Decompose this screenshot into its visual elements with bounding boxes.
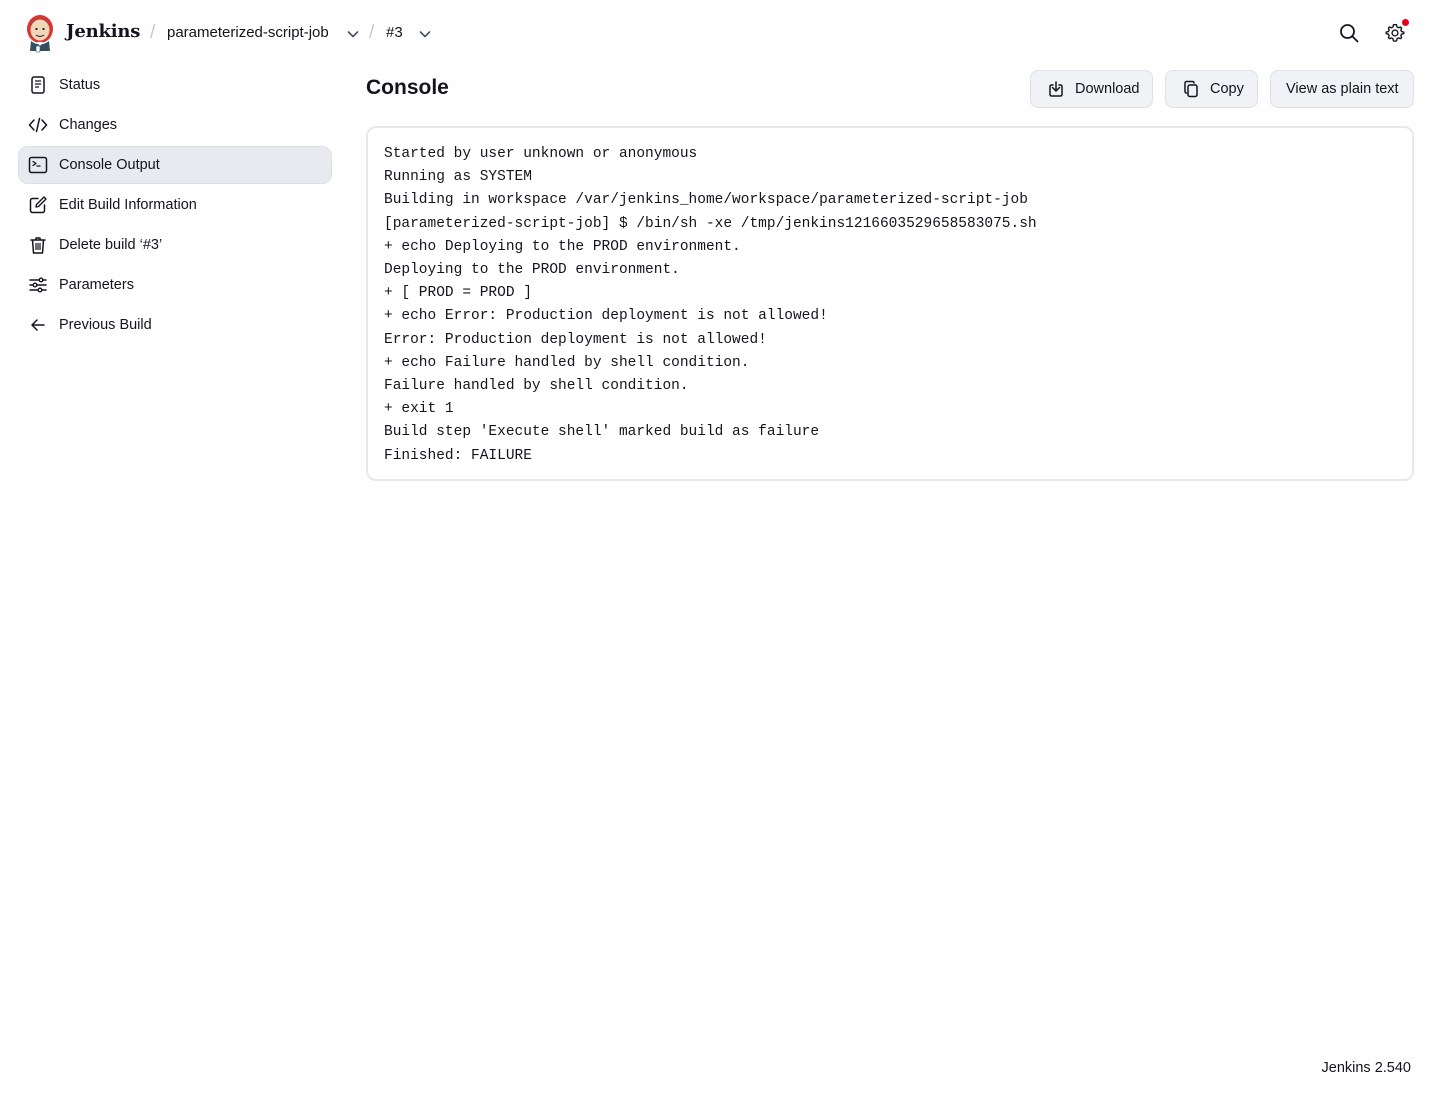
sidebar-item-label: Parameters bbox=[59, 277, 134, 293]
console-line: Started by user unknown or anonymous bbox=[384, 146, 698, 162]
sidebar-item-parameters[interactable]: Parameters bbox=[18, 266, 332, 304]
breadcrumb-separator: / bbox=[369, 22, 375, 43]
view-plain-text-button[interactable]: View as plain text bbox=[1270, 70, 1414, 108]
sidebar-item-label: Changes bbox=[59, 117, 118, 133]
chevron-down-icon[interactable] bbox=[418, 27, 432, 41]
console-line: + [ PROD = PROD ] bbox=[384, 285, 532, 302]
console-line: Finished: FAILURE bbox=[384, 447, 532, 464]
sidebar-item-label: Console Output bbox=[59, 157, 160, 173]
console-line: Build step 'Execute shell' marked build … bbox=[384, 424, 820, 441]
sidebar-item-label: Status bbox=[59, 77, 101, 93]
copy-button-label: Copy bbox=[1210, 81, 1244, 97]
console-line: Running as SYSTEM bbox=[384, 169, 532, 186]
breadcrumb-build[interactable]: #3 bbox=[386, 24, 403, 41]
search-icon[interactable] bbox=[1338, 22, 1360, 44]
arrow-left-icon bbox=[31, 319, 45, 331]
code-icon bbox=[28, 117, 48, 133]
download-icon bbox=[1049, 81, 1063, 97]
sidebar-item-edit-build-information[interactable]: Edit Build Information bbox=[18, 186, 332, 224]
sidebar-item-changes[interactable]: Changes bbox=[18, 106, 332, 144]
breadcrumb-separator: / bbox=[150, 22, 156, 43]
sidebar-item-label: Previous Build bbox=[59, 317, 152, 333]
sidebar-item-console-output[interactable]: Console Output bbox=[18, 146, 332, 184]
console-line: Failure handled by shell condition. bbox=[384, 378, 689, 395]
sidebar-item-status[interactable]: Status bbox=[18, 66, 332, 104]
console-line: + echo Failure handled by shell conditio… bbox=[384, 354, 750, 371]
document-icon bbox=[31, 76, 45, 94]
console-line: Deploying to the PROD environment. bbox=[384, 262, 680, 279]
console-line: + echo Error: Production deployment is n… bbox=[384, 308, 828, 325]
edit-icon bbox=[29, 196, 47, 214]
top-bar: Jenkins / parameterized-script-job / #3 bbox=[0, 0, 1440, 66]
console-line: + echo Deploying to the PROD environment… bbox=[384, 238, 741, 255]
console-line: [parameterized-script-job] $ /bin/sh -xe… bbox=[384, 215, 1037, 232]
sidebar-item-label: Delete build ‘#3’ bbox=[59, 237, 163, 253]
download-button-label: Download bbox=[1075, 81, 1140, 97]
console-output[interactable]: Started by user unknown or anonymous Run… bbox=[366, 126, 1414, 481]
view-plain-text-label: View as plain text bbox=[1286, 81, 1399, 97]
trash-icon bbox=[30, 237, 46, 254]
copy-button[interactable]: Copy bbox=[1165, 70, 1258, 108]
breadcrumb-job[interactable]: parameterized-script-job bbox=[167, 24, 329, 41]
version-footer[interactable]: Jenkins 2.540 bbox=[1322, 1060, 1411, 1076]
sliders-icon bbox=[29, 277, 47, 293]
sidebar-item-label: Edit Build Information bbox=[59, 197, 197, 213]
sidebar-item-delete-build[interactable]: Delete build ‘#3’ bbox=[18, 226, 332, 264]
sidebar: Status Changes Console Output Edit Build… bbox=[18, 66, 332, 346]
download-button[interactable]: Download bbox=[1030, 70, 1153, 108]
jenkins-logo-icon[interactable] bbox=[24, 13, 56, 53]
console-line: Building in workspace /var/jenkins_home/… bbox=[384, 192, 1028, 209]
brand-name[interactable]: Jenkins bbox=[66, 21, 140, 42]
terminal-icon bbox=[28, 156, 48, 174]
copy-icon bbox=[1184, 80, 1198, 98]
chevron-down-icon[interactable] bbox=[346, 27, 360, 41]
page-title: Console bbox=[366, 76, 449, 99]
console-line: Error: Production deployment is not allo… bbox=[384, 331, 767, 348]
notification-badge bbox=[1402, 19, 1409, 26]
sidebar-item-previous-build[interactable]: Previous Build bbox=[18, 306, 332, 344]
console-line: + exit 1 bbox=[384, 401, 454, 418]
